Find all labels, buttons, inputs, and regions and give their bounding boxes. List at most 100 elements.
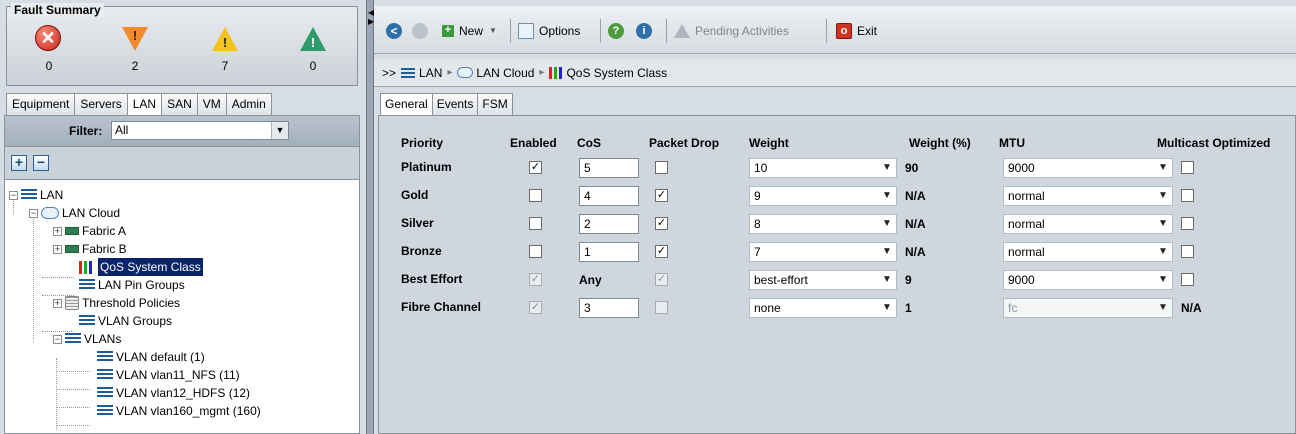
tree-item-threshold-policies[interactable]: + Threshold Policies — [53, 294, 180, 312]
cos-input[interactable]: 3 — [579, 298, 639, 318]
multicast-optimized-checkbox[interactable] — [1181, 273, 1194, 286]
fabric-icon — [65, 227, 79, 235]
tree-item-vlan[interactable]: VLAN vlan11_NFS (11) — [97, 366, 240, 384]
tree-item-vlans[interactable]: − VLANs — [53, 330, 121, 348]
tree-item-qos-system-class[interactable]: QoS System Class — [79, 258, 203, 276]
chevron-down-icon[interactable]: ▼ — [878, 243, 896, 261]
tree-item-vlan[interactable]: VLAN vlan160_mgmt (160) — [97, 402, 261, 420]
packet-drop-checkbox[interactable]: ✓ — [655, 189, 668, 202]
collapse-all-icon[interactable]: − — [33, 155, 49, 171]
enabled-checkbox[interactable] — [529, 245, 542, 258]
tree-item-label: Threshold Policies — [82, 296, 181, 310]
exit-button[interactable]: o Exit — [836, 21, 877, 41]
tree-toolbar: + − — [4, 147, 360, 180]
tree-item-label: VLANs — [84, 332, 122, 346]
filter-bar: Filter: All ▼ — [4, 115, 360, 147]
critical-x-icon: ✕ — [35, 25, 61, 51]
chevron-down-icon[interactable]: ▼ — [878, 299, 896, 317]
chevron-down-icon[interactable]: ▼ — [878, 215, 896, 233]
fault-warning[interactable]: ! 0 — [283, 25, 343, 73]
tab-fsm[interactable]: FSM — [477, 93, 513, 115]
tab-admin[interactable]: Admin — [225, 93, 272, 115]
enabled-checkbox[interactable] — [529, 189, 542, 202]
expand-all-icon[interactable]: + — [11, 155, 27, 171]
weight-select[interactable]: 9 ▼ — [749, 186, 897, 206]
tree-item-lan-cloud[interactable]: − LAN Cloud — [29, 204, 120, 222]
tree-item-vlan[interactable]: VLAN vlan12_HDFS (12) — [97, 384, 250, 402]
tab-lan[interactable]: LAN — [126, 93, 163, 116]
info-button[interactable]: i — [636, 21, 657, 41]
panel-splitter[interactable]: ◀ ▶ — [366, 0, 374, 434]
chevron-down-icon[interactable]: ▼ — [1154, 271, 1172, 289]
options-button[interactable]: Options — [518, 21, 580, 41]
multicast-optimized-checkbox[interactable] — [1181, 245, 1194, 258]
tree-item-fabric-a[interactable]: + Fabric A — [53, 222, 126, 240]
help-icon: ? — [608, 23, 624, 39]
chevron-down-icon[interactable]: ▼ — [1154, 215, 1172, 233]
weight-select[interactable]: 7 ▼ — [749, 242, 897, 262]
enabled-checkbox[interactable]: ✓ — [529, 161, 542, 174]
weight-percent-value: 9 — [905, 273, 912, 287]
new-button[interactable]: + New ▼ — [442, 21, 497, 41]
chevron-down-icon[interactable]: ▼ — [878, 187, 896, 205]
mtu-select[interactable]: normal ▼ — [1003, 186, 1173, 206]
cos-input[interactable]: 5 — [579, 158, 639, 178]
chevron-down-icon[interactable]: ▼ — [1154, 187, 1172, 205]
cos-input[interactable]: 1 — [579, 242, 639, 262]
forward-button[interactable] — [412, 21, 433, 41]
chevron-down-icon[interactable]: ▼ — [1154, 243, 1172, 261]
filter-select[interactable]: All ▼ — [111, 121, 289, 140]
packet-drop-checkbox[interactable]: ✓ — [655, 245, 668, 258]
chevron-down-icon[interactable]: ▼ — [878, 271, 896, 289]
info-icon: i — [636, 23, 652, 39]
tab-general[interactable]: General — [380, 93, 433, 115]
tree-item-vlan[interactable]: VLAN default (1) — [97, 348, 205, 366]
pending-activities-button[interactable]: Pending Activities — [674, 21, 789, 41]
tree-item-lan[interactable]: − LAN — [9, 186, 63, 204]
chevron-down-icon[interactable]: ▼ — [1154, 159, 1172, 177]
tree-item-fabric-b[interactable]: + Fabric B — [53, 240, 127, 258]
tab-san[interactable]: SAN — [161, 93, 198, 115]
weight-select[interactable]: best-effort ▼ — [749, 270, 897, 290]
fault-critical[interactable]: ✕ 0 — [19, 25, 79, 73]
mtu-select[interactable]: normal ▼ — [1003, 214, 1173, 234]
tab-equipment[interactable]: Equipment — [6, 93, 76, 115]
expand-icon[interactable]: + — [53, 226, 62, 236]
breadcrumb-item-lan[interactable]: LAN — [419, 66, 442, 80]
tab-vm[interactable]: VM — [196, 93, 227, 115]
back-button[interactable]: < — [386, 21, 407, 41]
tree-item-label: VLAN vlan12_HDFS (12) — [116, 386, 251, 400]
mtu-value: normal — [1008, 217, 1045, 231]
packet-drop-checkbox[interactable] — [655, 161, 668, 174]
enabled-checkbox[interactable] — [529, 217, 542, 230]
cos-input[interactable]: 4 — [579, 186, 639, 206]
expand-icon[interactable]: + — [53, 298, 62, 308]
mtu-select[interactable]: 9000 ▼ — [1003, 270, 1173, 290]
weight-select[interactable]: 8 ▼ — [749, 214, 897, 234]
mtu-select[interactable]: 9000 ▼ — [1003, 158, 1173, 178]
collapse-icon[interactable]: − — [53, 334, 62, 344]
tab-events[interactable]: Events — [431, 93, 479, 115]
help-button[interactable]: ? — [608, 21, 629, 41]
tab-servers[interactable]: Servers — [74, 93, 128, 115]
collapse-icon[interactable]: − — [29, 208, 38, 218]
breadcrumb-item-lan-cloud[interactable]: LAN Cloud — [476, 66, 534, 80]
multicast-optimized-checkbox[interactable] — [1181, 161, 1194, 174]
tree-item-vlan-groups[interactable]: VLAN Groups — [79, 312, 172, 330]
breadcrumb-prefix[interactable]: >> — [382, 66, 396, 80]
breadcrumb-item-qos-system-class[interactable]: QoS System Class — [566, 66, 667, 80]
weight-select[interactable]: 10 ▼ — [749, 158, 897, 178]
chevron-down-icon[interactable]: ▼ — [878, 159, 896, 177]
tree-item-lan-pin-groups[interactable]: LAN Pin Groups — [79, 276, 185, 294]
collapse-icon[interactable]: − — [9, 190, 18, 200]
weight-select[interactable]: none ▼ — [749, 298, 897, 318]
fault-major[interactable]: ! 2 — [105, 25, 165, 73]
multicast-optimized-checkbox[interactable] — [1181, 189, 1194, 202]
mtu-select[interactable]: normal ▼ — [1003, 242, 1173, 262]
multicast-optimized-checkbox[interactable] — [1181, 217, 1194, 230]
packet-drop-checkbox[interactable]: ✓ — [655, 217, 668, 230]
expand-icon[interactable]: + — [53, 244, 62, 254]
fault-minor[interactable]: ! 7 — [195, 25, 255, 73]
cos-input[interactable]: 2 — [579, 214, 639, 234]
chevron-down-icon[interactable]: ▼ — [271, 122, 288, 139]
